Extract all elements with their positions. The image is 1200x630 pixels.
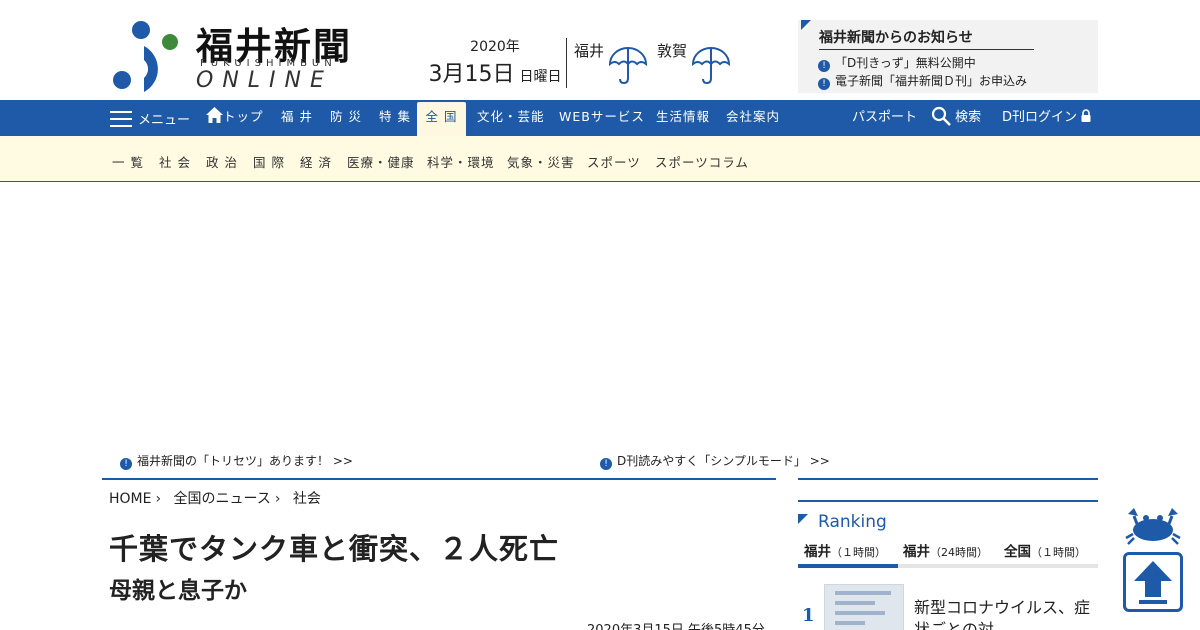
- search-button[interactable]: 検索: [931, 100, 981, 136]
- umbrella-icon: [608, 47, 648, 85]
- umbrella-icon: [691, 47, 731, 85]
- home-icon: [206, 107, 223, 123]
- category-nav: 一 覧 社 会 政 治 国 際 経 済 医療・健康 科学・環境 気象・災害 スポ…: [0, 136, 1200, 182]
- notice-box: 福井新聞からのお知らせ ! 「D刊きっず」無料公開中 ! 電子新聞「福井新聞Ｄ刊」お…: [798, 20, 1098, 93]
- nav-item-culture[interactable]: 文化・芸能: [477, 100, 545, 136]
- category-item[interactable]: 社 会: [159, 152, 191, 171]
- divider: [798, 478, 1098, 480]
- article-subheadline: 母親と息子か: [109, 578, 247, 604]
- nav-item-bousai[interactable]: 防 災: [330, 100, 362, 136]
- guide-link[interactable]: ! 福井新聞の「トリセツ」あります！ >>: [120, 452, 353, 470]
- tab-period: （１時間）: [831, 546, 886, 559]
- article-timestamp: 2020年3月15日 午後5時45分: [587, 619, 765, 630]
- notice-item-label: 電子新聞「福井新聞Ｄ刊」お申込み: [835, 74, 1028, 88]
- thumbnail-line: [835, 591, 891, 595]
- passport-link[interactable]: パスポート: [852, 100, 917, 136]
- logo-online: ONLINE: [196, 68, 333, 93]
- login-label: D刊ログイン: [1002, 110, 1078, 125]
- breadcrumb-home[interactable]: HOME: [109, 491, 151, 507]
- divider: [566, 38, 567, 88]
- corner-marker: [798, 514, 808, 524]
- tab-label: 福井: [903, 544, 930, 560]
- weather-city: 敦賀: [657, 42, 688, 60]
- ranking-thumbnail[interactable]: [824, 584, 904, 630]
- nav-item-label: トップ: [223, 109, 264, 124]
- login-link[interactable]: D刊ログイン: [1002, 100, 1091, 136]
- category-item[interactable]: スポーツ: [587, 152, 641, 171]
- nav-item-top[interactable]: トップ: [206, 100, 264, 136]
- date-weekday: 日曜日: [519, 69, 562, 85]
- tab-national-1h[interactable]: 全国（１時間）: [1004, 540, 1086, 568]
- breadcrumb-society[interactable]: 社会: [293, 491, 321, 507]
- nav-item-tokushu[interactable]: 特 集: [379, 100, 411, 136]
- notice-item-label: 「D刊きっず」無料公開中: [835, 56, 976, 70]
- nav-item-fukui[interactable]: 福 井: [281, 100, 313, 136]
- nav-item-life-info[interactable]: 生活情報: [656, 100, 710, 136]
- notice-title: 福井新聞からのお知らせ: [819, 27, 1034, 50]
- category-item[interactable]: 政 治: [206, 152, 238, 171]
- tab-fukui-24h[interactable]: 福井（24時間）: [903, 540, 988, 568]
- tab-fukui-1h[interactable]: 福井（１時間）: [798, 540, 898, 568]
- logo-mark-icon: [113, 21, 178, 92]
- chevron-right-icon: ›: [274, 491, 281, 507]
- article-headline: 千葉でタンク車と衝突、２人死亡: [109, 532, 560, 566]
- chevron-right-icon: ›: [155, 491, 162, 507]
- divider: [102, 478, 776, 480]
- site-logo[interactable]: 福井新聞 FUKUISHIMBUN ONLINE: [108, 16, 358, 94]
- rank-number: 1: [802, 605, 815, 626]
- notice-item[interactable]: ! 電子新聞「福井新聞Ｄ刊」お申込み: [818, 72, 1027, 90]
- simple-mode-link[interactable]: ! D刊読みやすく「シンプルモード」 >>: [600, 452, 830, 470]
- breadcrumb-national[interactable]: 全国のニュース: [174, 491, 271, 507]
- nav-item-zenkoku[interactable]: 全 国: [417, 102, 466, 136]
- menu-button[interactable]: メニュー: [110, 109, 190, 128]
- main-nav: メニュー トップ 福 井 防 災 特 集 全 国 文化・芸能 WEBサービス 生…: [0, 100, 1200, 136]
- back-to-top-button[interactable]: [1123, 552, 1183, 612]
- category-item[interactable]: 医療・健康: [347, 152, 415, 171]
- search-icon: [931, 106, 951, 126]
- tab-label: 全国: [1004, 544, 1031, 560]
- category-item[interactable]: 経 済: [300, 152, 332, 171]
- tab-period: （24時間）: [930, 546, 988, 559]
- notice-item[interactable]: ! 「D刊きっず」無料公開中: [818, 54, 976, 72]
- simple-mode-link-label: D刊読みやすく「シンプルモード」 >>: [617, 454, 830, 468]
- today-date: 2020年 3月15日 日曜日: [420, 36, 570, 88]
- thumbnail-line: [835, 621, 865, 625]
- info-icon: !: [818, 78, 830, 90]
- corner-marker: [801, 20, 811, 30]
- ranking-title: Ranking: [818, 512, 887, 532]
- hamburger-icon: [110, 111, 132, 127]
- info-icon: !: [818, 60, 830, 72]
- crab-icon[interactable]: [1124, 506, 1182, 546]
- menu-label: メニュー: [138, 113, 191, 128]
- breadcrumb: HOME › 全国のニュース › 社会: [109, 488, 321, 508]
- arrow-up-icon: [1134, 561, 1172, 604]
- search-label: 検索: [955, 110, 982, 125]
- info-icon: !: [600, 458, 612, 470]
- category-item[interactable]: 一 覧: [112, 152, 144, 171]
- ranking-panel: Ranking 福井（１時間） 福井（24時間） 全国（１時間） 1 新型コロナ…: [798, 500, 1098, 630]
- lock-icon: [1081, 109, 1091, 122]
- nav-item-company[interactable]: 会社案内: [726, 100, 780, 136]
- nav-item-web-services[interactable]: WEBサービス: [559, 100, 645, 136]
- guide-link-label: 福井新聞の「トリセツ」あります！ >>: [137, 454, 353, 468]
- category-item[interactable]: 科学・環境: [427, 152, 495, 171]
- info-icon: !: [120, 458, 132, 470]
- date-month-day: 3月15日: [428, 62, 515, 87]
- category-item[interactable]: 気象・災害: [507, 152, 575, 171]
- thumbnail-line: [835, 601, 875, 605]
- site-header: 福井新聞 FUKUISHIMBUN ONLINE 2020年 3月15日 日曜日…: [0, 0, 1200, 100]
- date-year: 2020年: [470, 39, 520, 55]
- tab-period: （１時間）: [1031, 546, 1086, 559]
- thumbnail-line: [835, 611, 885, 615]
- ranking-item-title[interactable]: 新型コロナウイルス、症状ごとの対: [914, 597, 1094, 630]
- category-item[interactable]: 国 際: [253, 152, 285, 171]
- ranking-tabs: 福井（１時間） 福井（24時間） 全国（１時間）: [798, 540, 1098, 568]
- tab-label: 福井: [804, 544, 831, 560]
- weather-city: 福井: [574, 42, 605, 60]
- category-item[interactable]: スポーツコラム: [655, 152, 749, 171]
